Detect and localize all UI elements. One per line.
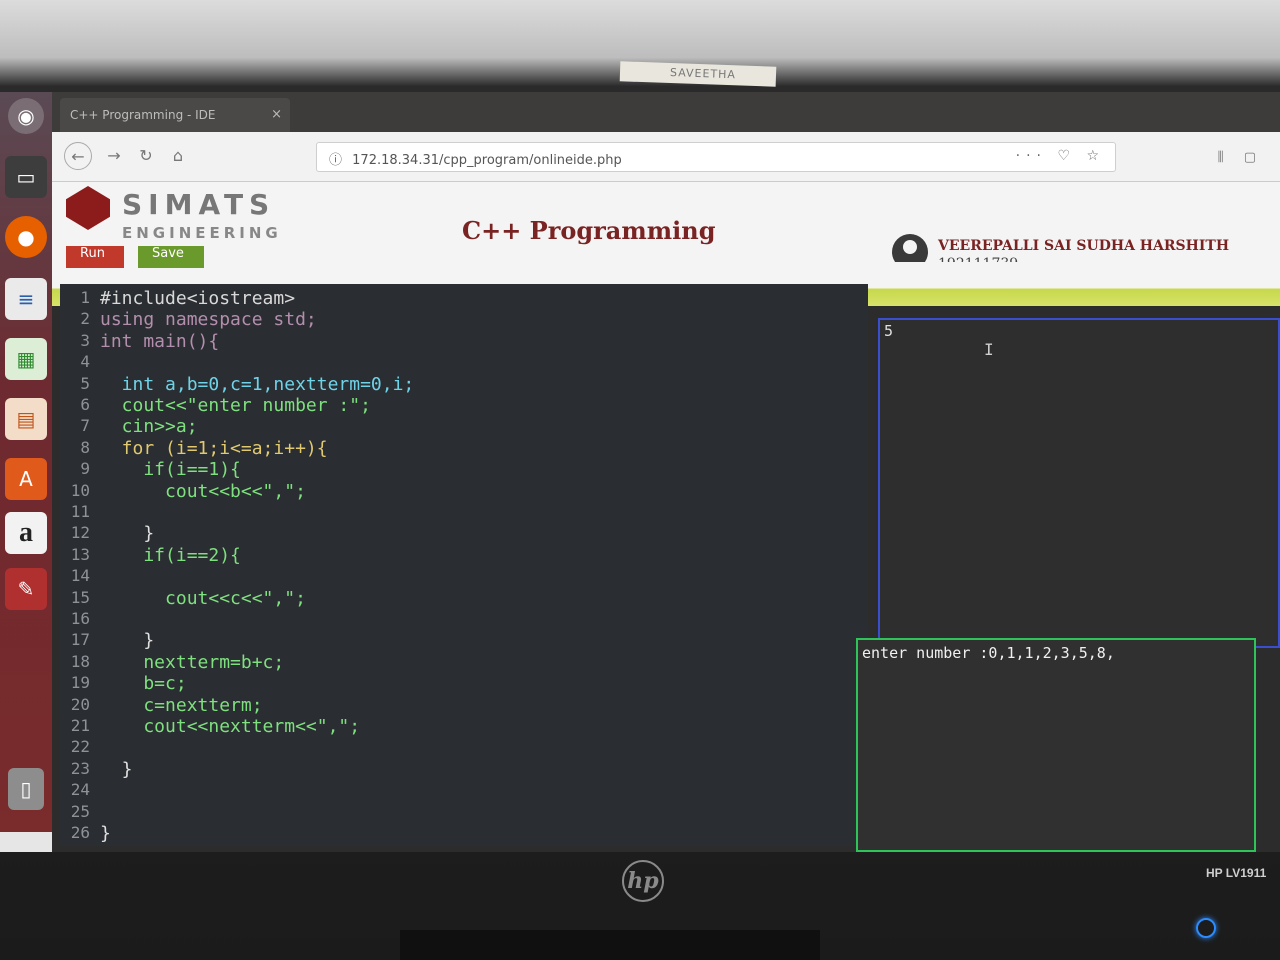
code-line: if(i==2){ (100, 544, 241, 566)
line-number: 3 (80, 330, 90, 350)
line-number: 11 (70, 502, 90, 521)
line-number: 12 (70, 523, 90, 543)
writer-icon[interactable]: ≡ (5, 278, 47, 320)
line-number: 10 (70, 480, 90, 500)
library-icon[interactable]: ⫼ ▢ (1218, 150, 1264, 165)
url-text: 172.18.34.31/cpp_program/onlineide.php (352, 153, 622, 168)
line-number: 23 (70, 758, 90, 778)
code-editor[interactable]: 1 #include<iostream> 2 using namespace std;… (60, 284, 868, 846)
page-actions-icon[interactable]: ··· ♡ ☆ (1016, 148, 1105, 164)
line-number: 4 (80, 352, 90, 372)
impress-icon[interactable]: ▤ (5, 398, 47, 440)
line-number: 8 (80, 437, 90, 457)
line-number: 2 (80, 309, 90, 329)
url-bar[interactable]: ⓘ 172.18.34.31/cpp_program/onlineide.php… (316, 142, 1116, 172)
line-number: 1 (80, 288, 90, 307)
amazon-icon[interactable]: a (5, 512, 47, 554)
code-line: cout<<nextterm<<","; (100, 716, 361, 737)
line-number: 21 (70, 716, 90, 735)
stdin-panel[interactable]: 5 I (878, 318, 1280, 648)
code-line: } (100, 823, 111, 844)
monitor-model: HP LV1911 (1206, 866, 1267, 880)
line-number: 17 (70, 630, 90, 650)
output-text: enter number :0,1,1,2,3,5,8, (862, 644, 1115, 662)
close-icon[interactable]: × (271, 107, 282, 122)
simats-logo-icon (66, 186, 110, 230)
ubuntu-launcher: ◉ ▭ ● ≡ ▦ ▤ A a ✎ ▯ (0, 92, 52, 832)
settings-icon[interactable]: ✎ (5, 568, 47, 610)
line-number: 19 (70, 673, 90, 693)
screen: ◉ ▭ ● ≡ ▦ ▤ A a ✎ ▯ C++ Programming - ID… (0, 92, 1280, 852)
code-line: cout<<"enter number :"; (100, 395, 371, 416)
reload-icon[interactable]: ↻ (132, 142, 160, 170)
line-number: 24 (70, 780, 90, 800)
hp-logo: hp (622, 860, 664, 902)
user-name: VEEREPALLI SAI SUDHA HARSHITH (938, 238, 1230, 254)
line-number: 6 (80, 395, 90, 414)
logo-subtitle: ENGINEERING (122, 224, 282, 242)
code-line: #include<iostream> (100, 288, 296, 309)
line-number: 25 (70, 801, 90, 821)
code-line: cout<<b<<","; (100, 480, 306, 502)
code-line: } (100, 630, 155, 652)
trash-icon[interactable]: ▯ (8, 768, 44, 810)
stdin-value: 5 (884, 322, 894, 340)
code-line: } (100, 758, 133, 780)
home-icon[interactable]: ⌂ (164, 142, 192, 170)
code-line: nextterm=b+c; (100, 651, 285, 673)
line-number: 5 (80, 373, 90, 393)
monitor-stand (400, 930, 820, 960)
code-line: using namespace std; (100, 309, 317, 331)
power-icon[interactable] (1196, 918, 1216, 938)
line-number: 22 (70, 737, 90, 757)
site-header: SIMATS ENGINEERING C++ Programming VEERE… (52, 182, 1280, 291)
code-line: int main(){ (100, 330, 220, 352)
forward-arrow-icon[interactable]: → (100, 142, 128, 170)
run-button[interactable]: Run (66, 246, 124, 268)
code-line: int a,b=0,c=1,nextterm=0,i; (100, 373, 415, 395)
page-title: C++ Programming (462, 216, 716, 245)
code-line: b=c; (100, 673, 187, 695)
code-line: cin>>a; (100, 416, 198, 438)
tab-title: C++ Programming - IDE (70, 108, 216, 122)
line-number: 7 (80, 416, 90, 436)
software-center-icon[interactable]: A (5, 458, 47, 500)
text-cursor-icon: I (984, 340, 994, 359)
line-number: 13 (70, 544, 90, 564)
line-number: 26 (70, 823, 90, 842)
code-line: for (i=1;i<=a;i++){ (100, 437, 328, 459)
save-button[interactable]: Save (138, 246, 204, 268)
line-number: 18 (70, 651, 90, 671)
line-number: 15 (70, 587, 90, 607)
code-line: c=nextterm; (100, 694, 263, 716)
line-number: 14 (70, 566, 90, 586)
calc-icon[interactable]: ▦ (5, 338, 47, 380)
back-arrow-icon[interactable]: ← (64, 142, 92, 170)
browser-tab[interactable]: C++ Programming - IDE × (60, 98, 290, 132)
ubuntu-dash-icon[interactable]: ◉ (8, 98, 44, 134)
line-number: 16 (70, 609, 90, 628)
logo-title: SIMATS (122, 188, 276, 221)
code-line: if(i==1){ (100, 459, 241, 481)
code-line: cout<<c<<","; (100, 587, 306, 609)
ide-page: SIMATS ENGINEERING C++ Programming VEERE… (52, 182, 1280, 852)
info-icon[interactable]: ⓘ (329, 153, 342, 168)
browser-tabbar: C++ Programming - IDE × (52, 92, 1280, 132)
line-number: 9 (80, 459, 90, 479)
line-number: 20 (70, 694, 90, 714)
code-line: } (100, 523, 155, 545)
files-icon[interactable]: ▭ (5, 156, 47, 198)
output-panel: enter number :0,1,1,2,3,5,8, (856, 638, 1256, 852)
firefox-icon[interactable]: ● (5, 216, 47, 258)
browser-navbar: ← → ↻ ⌂ ⓘ 172.18.34.31/cpp_program/onlin… (52, 132, 1280, 182)
